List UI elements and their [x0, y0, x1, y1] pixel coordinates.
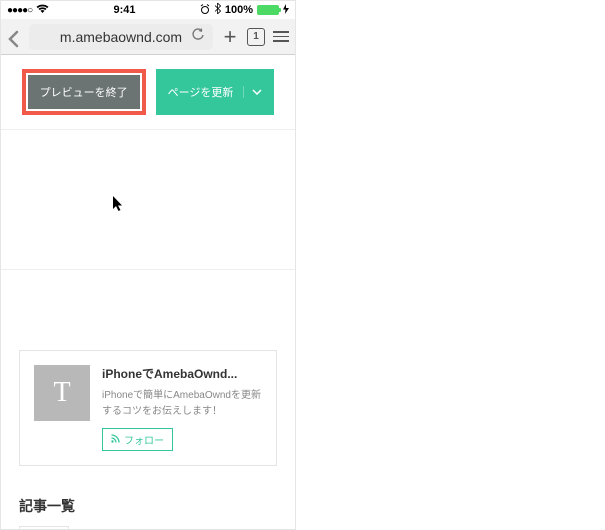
url-field[interactable]: m.amebaownd.com: [29, 24, 213, 50]
update-page-button[interactable]: ページを更新: [156, 69, 275, 115]
charging-icon: [283, 4, 289, 17]
update-page-label: ページを更新: [168, 84, 244, 100]
back-button[interactable]: [7, 30, 21, 44]
end-preview-button[interactable]: プレビューを終了: [28, 75, 140, 109]
new-tab-button[interactable]: +: [221, 24, 239, 50]
chevron-down-icon[interactable]: [243, 86, 262, 98]
follow-button[interactable]: フォロー: [102, 428, 173, 451]
profile-card: T iPhoneでAmebaOwnd... iPhoneで簡単にAmebaOwn…: [19, 350, 277, 466]
card-description: iPhoneで簡単にAmebaOwndを更新するコツをお伝えします！: [102, 388, 262, 420]
url-text: m.amebaownd.com: [60, 29, 182, 45]
reload-icon[interactable]: [191, 28, 205, 45]
highlight-annotation: プレビューを終了: [22, 69, 146, 115]
battery-icon: [257, 5, 279, 15]
cursor-icon: [113, 196, 125, 215]
status-bar: ●●●●○ 9:41 100%: [1, 1, 295, 19]
alarm-icon: [200, 4, 210, 17]
phone-frame: ●●●●○ 9:41 100% m.amebaownd.com: [0, 0, 296, 530]
browser-toolbar: m.amebaownd.com + 1: [1, 19, 295, 55]
battery-percent: 100%: [225, 4, 253, 16]
follow-label: フォロー: [124, 432, 164, 447]
articles-heading: 記事一覧: [19, 496, 277, 516]
bluetooth-icon: [214, 3, 221, 17]
signal-dots: ●●●●○: [7, 5, 32, 16]
tabs-button[interactable]: 1: [247, 28, 265, 46]
status-time: 9:41: [114, 4, 136, 16]
list-item: [19, 526, 69, 530]
menu-button[interactable]: [273, 31, 289, 42]
rss-icon: [111, 434, 120, 446]
action-bar: プレビューを終了 ページを更新: [1, 55, 295, 130]
wifi-icon: [36, 4, 49, 17]
card-thumbnail: T: [34, 365, 90, 421]
empty-canvas-area: [1, 130, 295, 270]
card-title: iPhoneでAmebaOwnd...: [102, 365, 262, 382]
